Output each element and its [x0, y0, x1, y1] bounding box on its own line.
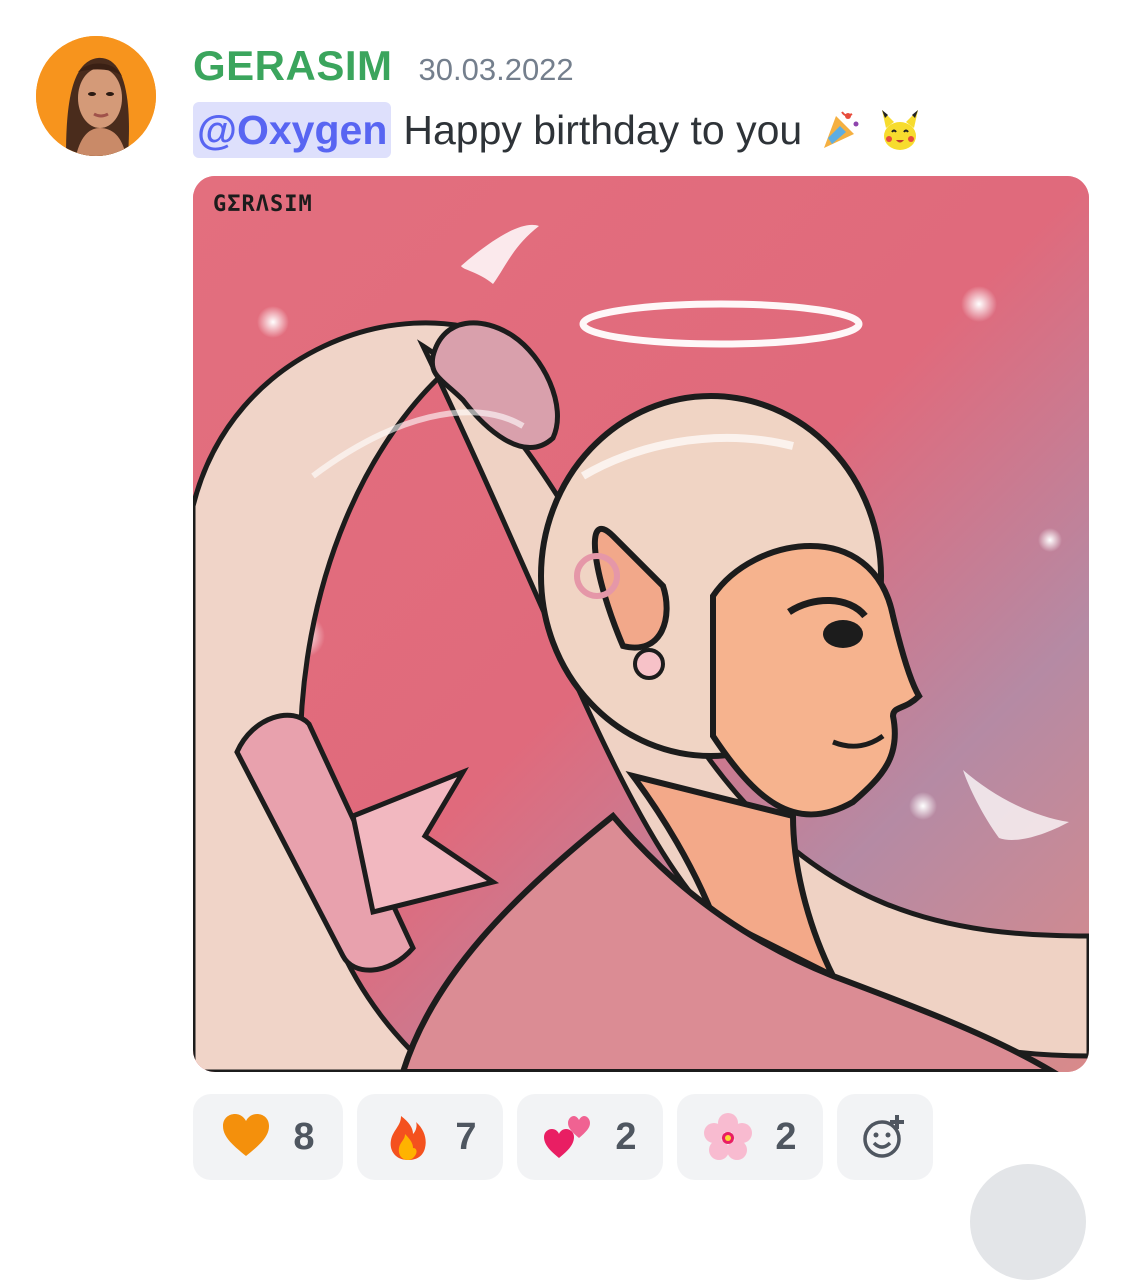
two-hearts-icon [543, 1112, 593, 1162]
image-attachment[interactable]: GΣRΛSIM [193, 176, 1089, 1072]
message-header: GERASIM 30.03.2022 [193, 42, 574, 92]
cherry-blossom-icon [703, 1112, 753, 1162]
add-reaction-button[interactable] [837, 1094, 933, 1180]
message-text: Happy birthday to you [403, 106, 803, 153]
add-reaction-icon [863, 1115, 904, 1158]
scroll-to-bottom-button[interactable] [970, 1164, 1086, 1280]
pikachu-icon[interactable] [878, 108, 922, 152]
artist-signature: GΣRΛSIM [213, 192, 313, 217]
anime-girl-illustration [193, 176, 1089, 1072]
party-popper-icon[interactable] [818, 108, 862, 152]
author-avatar[interactable] [36, 36, 156, 156]
reaction-fire[interactable]: 7 [357, 1094, 503, 1180]
reaction-count: 2 [775, 1115, 797, 1158]
reaction-bar: 8 7 2 2 [193, 1094, 933, 1180]
author-name[interactable]: GERASIM [193, 42, 393, 90]
message-content: @Oxygen Happy birthday to you [193, 100, 922, 160]
orange-heart-icon [221, 1112, 271, 1162]
fire-icon [383, 1112, 433, 1162]
message-timestamp[interactable]: 30.03.2022 [419, 52, 574, 88]
reaction-orange-heart[interactable]: 8 [193, 1094, 343, 1180]
reaction-two-hearts[interactable]: 2 [517, 1094, 663, 1180]
reaction-cherry-blossom[interactable]: 2 [677, 1094, 823, 1180]
reaction-count: 8 [293, 1115, 315, 1158]
user-mention[interactable]: @Oxygen [193, 102, 392, 158]
reaction-count: 7 [455, 1115, 477, 1158]
reaction-count: 2 [615, 1115, 637, 1158]
